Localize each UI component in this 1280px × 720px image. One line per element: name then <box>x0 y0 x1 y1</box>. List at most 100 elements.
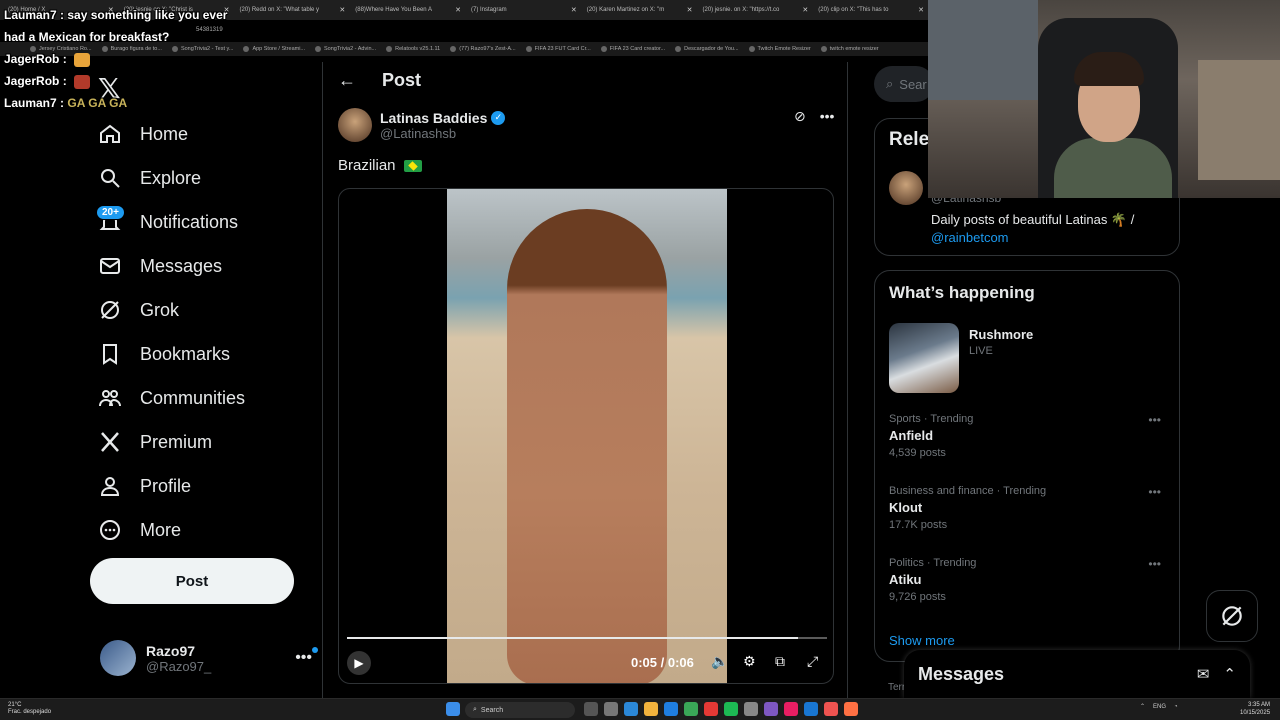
pip-icon[interactable]: ⧉ <box>775 653 785 670</box>
trend-item[interactable]: Business and finance · Trending Klout 17… <box>889 485 1169 531</box>
notifications-badge: 20+ <box>96 205 125 220</box>
taskbar-app-icon[interactable] <box>664 702 678 716</box>
taskbar-app-icon[interactable] <box>584 702 598 716</box>
taskbar-app-icon[interactable] <box>446 702 460 716</box>
back-arrow-icon[interactable]: ← <box>338 70 356 91</box>
chevron-up-icon[interactable]: ⌃ <box>1223 665 1236 683</box>
settings-gear-icon[interactable]: ⚙ <box>743 653 756 670</box>
sidebar-item-explore[interactable]: Explore <box>98 156 245 200</box>
happening-title: What’s happening <box>889 283 1035 302</box>
grok-icon[interactable]: ⊘ <box>794 108 806 125</box>
system-tray[interactable]: ⌃ ENG ◔ <box>1140 703 1178 711</box>
fullscreen-icon[interactable]: ⤢ <box>807 653 818 670</box>
favicon-icon <box>450 46 457 52</box>
taskbar-app-icon[interactable] <box>804 702 818 716</box>
weather-widget[interactable]: 21°C Frac. despejado <box>8 702 51 716</box>
author-name[interactable]: Latinas Baddies <box>380 110 487 126</box>
taskbar-app-icon[interactable] <box>684 702 698 716</box>
sidebar-item-premium[interactable]: Premium <box>98 420 245 464</box>
sidebar-item-label: Communities <box>140 387 246 408</box>
trend-item[interactable]: Politics · Trending Atiku 9,726 posts ••… <box>889 557 1169 603</box>
browser-tab[interactable]: (88)Where Have You Been A ✕ <box>351 6 465 14</box>
search-input[interactable]: ⌕ Sear <box>874 66 934 102</box>
windows-search-input[interactable]: ⌕ Search <box>465 702 575 718</box>
more-dots-icon[interactable]: ••• <box>295 647 318 667</box>
chevron-up-icon[interactable]: ⌃ <box>1140 703 1145 710</box>
avatar <box>100 640 136 676</box>
relevant-bio: Daily posts of beautiful Latinas 🌴 / @rai… <box>931 212 1135 245</box>
sidebar-item-profile[interactable]: Profile <box>98 464 245 508</box>
post-text: Brazilian <box>338 157 422 174</box>
bookmark-item[interactable]: twitch emote resizer <box>820 46 879 52</box>
taskbar-app-icon[interactable] <box>624 702 638 716</box>
terms-link[interactable]: Terr <box>888 682 905 693</box>
favicon-icon <box>600 46 607 52</box>
taskbar-app-icon[interactable] <box>604 702 618 716</box>
taskbar-app-icon[interactable] <box>824 702 838 716</box>
taskbar-app-icon[interactable] <box>744 702 758 716</box>
bookmark-item[interactable]: (77) Razo97's Zest-A... <box>450 46 516 52</box>
close-icon[interactable]: ✕ <box>455 6 461 14</box>
sidebar-item-communities[interactable]: Communities <box>98 376 245 420</box>
close-icon[interactable]: ✕ <box>571 6 577 14</box>
webcam-hair <box>1074 52 1144 86</box>
show-more-link[interactable]: Show more <box>889 633 955 648</box>
close-icon[interactable]: ✕ <box>918 6 924 14</box>
taskbar-app-icon[interactable] <box>784 702 798 716</box>
sidebar-item-label: Messages <box>140 255 223 276</box>
account-switcher[interactable]: Razo97 @Razo97_ ••• <box>100 638 318 678</box>
taskbar-app-icon[interactable] <box>844 702 858 716</box>
close-icon[interactable]: ✕ <box>802 6 808 14</box>
post-author[interactable]: Latinas Baddies ✓ @Latinashsb <box>338 108 506 142</box>
video-progress-bar[interactable] <box>347 637 827 639</box>
trend-item[interactable]: Sports · Trending Anfield 4,539 posts ••… <box>889 413 1169 459</box>
bookmark-item[interactable]: FIFA 23 Card creator... <box>600 46 665 52</box>
sidebar-item-messages[interactable]: Messages <box>98 244 245 288</box>
bookmark-item[interactable]: Descargador de You... <box>675 46 739 52</box>
webcam-background <box>928 0 1038 100</box>
taskbar-app-icon[interactable] <box>764 702 778 716</box>
sidebar-item-more[interactable]: More <box>98 508 245 552</box>
bookmark-item[interactable]: SongTrivia2 - Advin... <box>315 46 376 52</box>
sidebar-item-home[interactable]: Home <box>98 112 245 156</box>
browser-tab[interactable]: (7) Instagram ✕ <box>467 6 581 14</box>
bookmark-item[interactable]: Relatools v25.1.11 <box>386 46 440 52</box>
live-thumbnail[interactable] <box>889 323 959 393</box>
grok-float-button[interactable] <box>1206 590 1258 642</box>
author-avatar[interactable] <box>338 108 372 142</box>
live-title[interactable]: Rushmore <box>969 327 1033 342</box>
browser-tab[interactable]: (20) Karen Martinez on X: "m ✕ <box>583 6 697 14</box>
compose-message-icon[interactable]: ✉ <box>1197 665 1210 683</box>
sidebar-item-grok[interactable]: Grok <box>98 288 245 332</box>
volume-icon[interactable]: 🔈 <box>711 653 728 670</box>
favicon-icon <box>386 46 393 52</box>
close-icon[interactable]: ✕ <box>339 6 345 14</box>
bookmark-item[interactable]: FIFA 23 FUT Card Cr... <box>525 46 591 52</box>
relevant-avatar[interactable] <box>889 171 923 205</box>
webcam-overlay <box>928 0 1280 198</box>
video-player[interactable]: ▶ 0:05 / 0:06 🔈 ⚙ ⧉ ⤢ <box>338 188 834 684</box>
bookmark-item[interactable]: App Store / Streami... <box>243 46 305 52</box>
sidebar-item-label: Premium <box>140 431 213 452</box>
browser-tab[interactable]: (20) jesnie. on X: "https://t.co ✕ <box>699 6 813 14</box>
more-dots-icon[interactable]: ••• <box>1148 557 1161 571</box>
wifi-icon[interactable]: ◔ <box>1174 704 1178 710</box>
bookmark-item[interactable]: Twitch Emote Resizer <box>748 46 811 52</box>
more-dots-icon[interactable]: ••• <box>1148 485 1161 499</box>
messages-drawer[interactable]: Messages ✉ ⌃ <box>904 650 1250 698</box>
taskbar-app-icon[interactable] <box>724 702 738 716</box>
post-button[interactable]: Post <box>90 558 294 604</box>
clock[interactable]: 3:35 AM 10/15/2025 <box>1240 701 1270 717</box>
taskbar-app-icon[interactable] <box>644 702 658 716</box>
more-dots-icon[interactable]: ••• <box>1148 413 1161 427</box>
taskbar-app-icon[interactable] <box>704 702 718 716</box>
bio-link[interactable]: @rainbetcom <box>931 230 1009 245</box>
browser-tab[interactable]: (20) clip on X: "This has to ✕ <box>814 6 928 14</box>
play-icon[interactable]: ▶ <box>347 651 371 675</box>
browser-tab[interactable]: (20) Redd on X: "What table y ✕ <box>236 6 350 14</box>
close-icon[interactable]: ✕ <box>687 6 693 14</box>
favicon-icon <box>243 46 250 52</box>
sidebar-item-bookmarks[interactable]: Bookmarks <box>98 332 245 376</box>
more-dots-icon[interactable]: ••• <box>820 108 835 125</box>
author-handle[interactable]: @Latinashsb <box>380 126 505 141</box>
